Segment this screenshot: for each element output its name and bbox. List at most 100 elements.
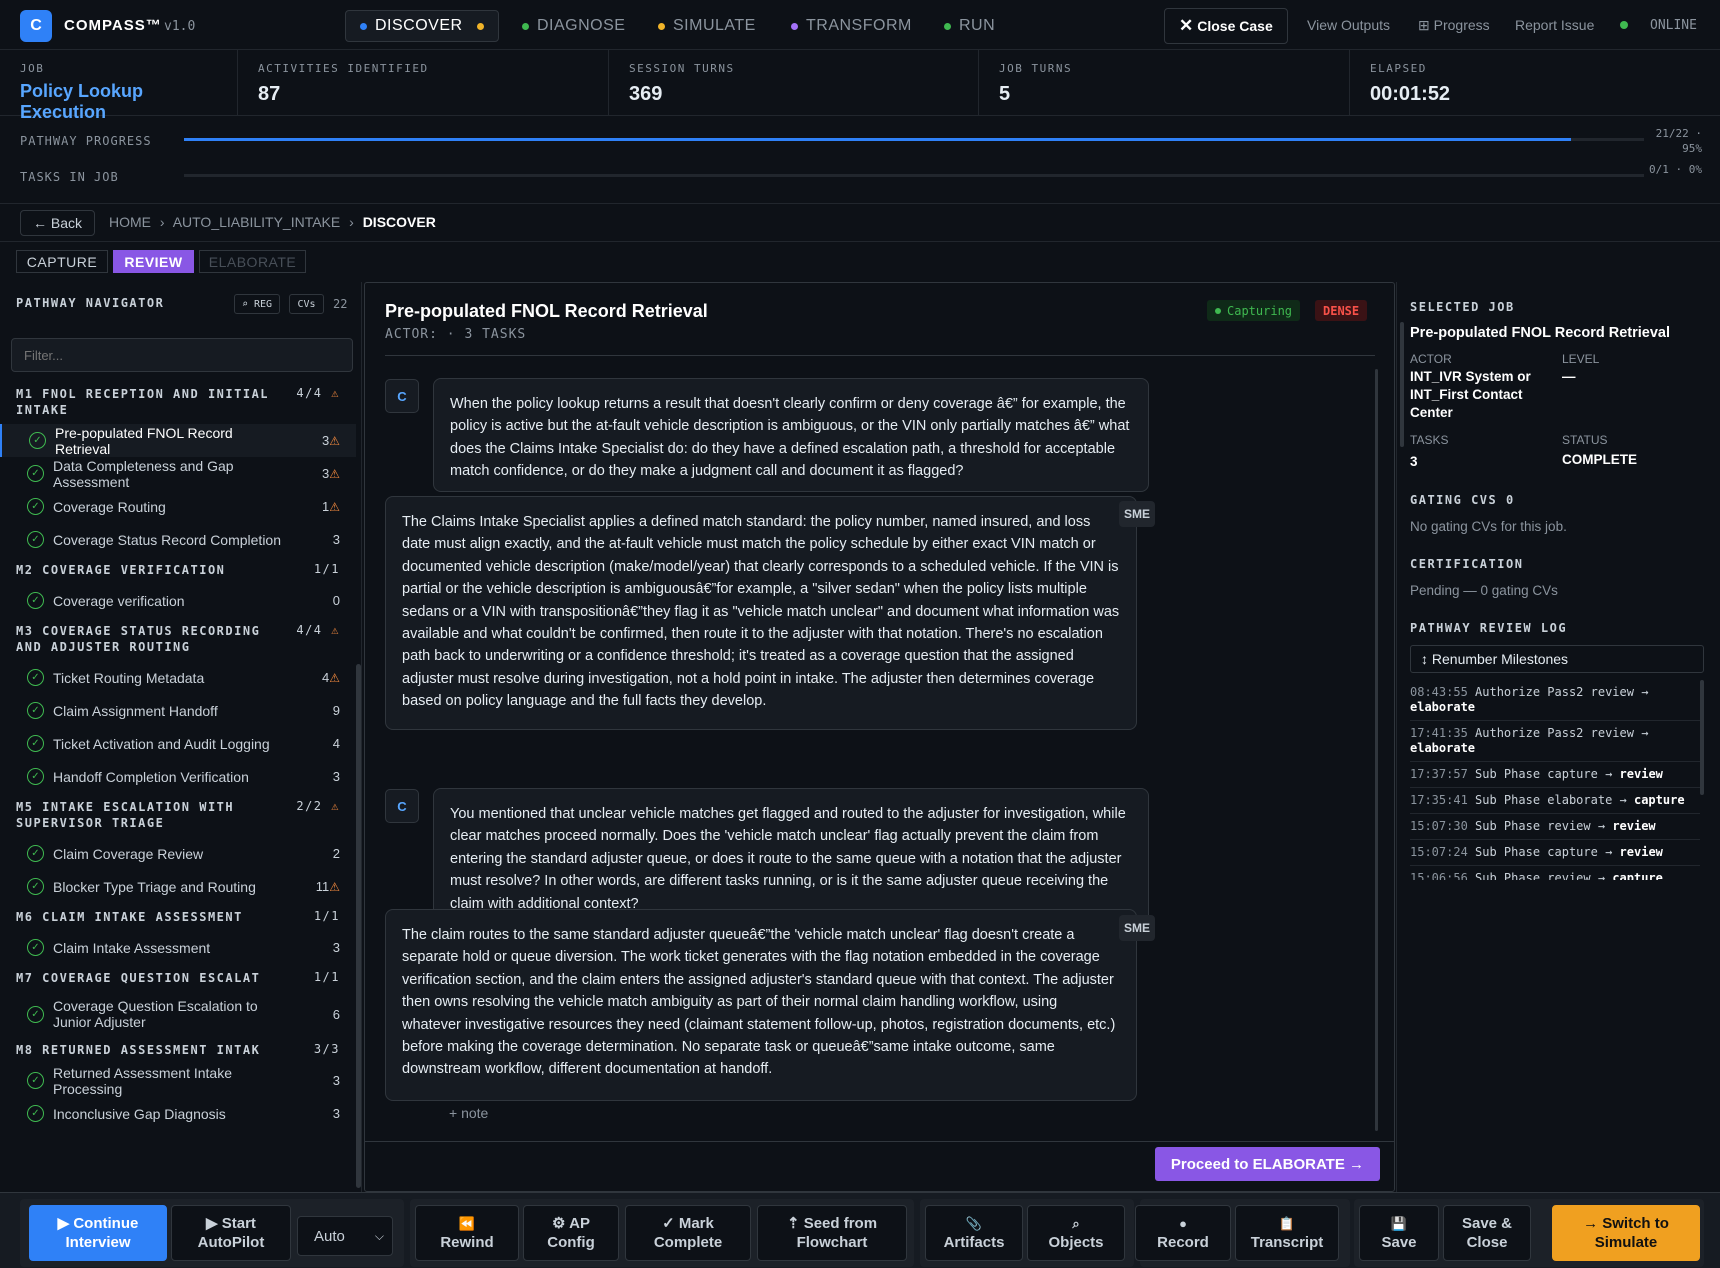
save-button[interactable]: 💾 Save <box>1359 1205 1439 1261</box>
panel-scrollbar[interactable] <box>1400 322 1404 447</box>
nav-job-item[interactable]: ✓ Returned Assessment Intake Processing 3 <box>0 1064 356 1097</box>
gating-cvs-text: No gating CVs for this job. <box>1410 519 1567 534</box>
cvs-filter-button[interactable]: CVs <box>289 294 324 314</box>
log-scrollbar[interactable] <box>1700 680 1704 795</box>
seed-flowchart-button[interactable]: ⇡ Seed from Flowchart <box>757 1205 907 1261</box>
autopilot-mode-select[interactable]: Auto ⌵ <box>297 1216 393 1256</box>
phase-tab-simulate[interactable]: SIMULATE <box>658 10 756 42</box>
nav-job-item[interactable]: ✓ Coverage Question Escalation to Junior … <box>0 992 356 1036</box>
continue-interview-button[interactable]: ▶ Continue Interview <box>29 1205 167 1261</box>
artifacts-button[interactable]: 📎 Artifacts <box>925 1205 1023 1261</box>
log-text: Authorize Pass2 review → <box>1475 685 1649 699</box>
add-note-button[interactable]: + note <box>449 1105 488 1121</box>
sme-message: The claim routes to the same standard ad… <box>385 909 1137 1101</box>
conversation-panel: Pre-populated FNOL Record Retrieval ACTO… <box>364 282 1395 1192</box>
nav-job-count: 3⚠ <box>322 433 340 448</box>
chevron-right-icon: › <box>159 214 165 230</box>
phase-tab-transform[interactable]: TRANSFORM <box>791 10 912 42</box>
ap-config-button[interactable]: ⚙ AP Config <box>523 1205 619 1261</box>
interviewer-message: You mentioned that unclear vehicle match… <box>433 788 1149 924</box>
interviewer-avatar: C <box>385 379 419 413</box>
check-circle-icon: ✓ <box>27 702 44 719</box>
progress-link[interactable]: ⊞ Progress <box>1418 17 1490 34</box>
objects-button[interactable]: ⌕ Objects <box>1027 1205 1125 1261</box>
level-label: LEVEL <box>1562 352 1600 366</box>
nav-job-item[interactable]: ✓ Handoff Completion Verification 3 <box>0 760 356 793</box>
start-autopilot-button[interactable]: ▶ Start AutoPilot <box>171 1205 291 1261</box>
back-button[interactable]: ← Back <box>20 210 96 236</box>
breadcrumb-trail: HOME › AUTO_LIABILITY_INTAKE › DISCOVER <box>109 214 436 230</box>
milestone-header[interactable]: M5 INTAKE ESCALATION WITH SUPERVISOR TRI… <box>0 799 356 831</box>
nav-job-item[interactable]: ✓ Ticket Routing Metadata 4⚠ <box>0 661 356 694</box>
navigator-filter-input[interactable] <box>11 338 353 372</box>
nav-job-item[interactable]: ✓ Claim Assignment Handoff 9 <box>0 694 356 727</box>
divider <box>365 1141 1394 1142</box>
phase-dot-icon <box>658 22 665 30</box>
renumber-milestones-button[interactable]: ↕ Renumber Milestones <box>1410 645 1704 673</box>
view-outputs-link[interactable]: View Outputs <box>1307 17 1390 33</box>
nav-job-count: 11⚠ <box>316 879 340 894</box>
navigator-scrollbar[interactable] <box>356 664 361 1188</box>
milestone-header[interactable]: M1 FNOL RECEPTION AND INITIAL INTAKE 4/4 … <box>0 386 356 418</box>
milestone-header[interactable]: M8 RETURNED ASSESSMENT INTAK 3/3 <box>0 1042 356 1058</box>
button-label: Record <box>1157 1234 1209 1251</box>
nav-job-item[interactable]: ✓ Coverage Routing 1⚠ <box>0 490 356 523</box>
milestone-title: M3 COVERAGE STATUS RECORDING AND ADJUSTE… <box>16 624 261 654</box>
nav-job-count: 3 <box>333 532 340 547</box>
reg-filter-button[interactable]: ⌕ REG <box>234 294 280 314</box>
nav-job-item[interactable]: ✓ Claim Coverage Review 2 <box>0 837 356 870</box>
nav-job-item[interactable]: ✓ Claim Intake Assessment 3 <box>0 931 356 964</box>
subtab-capture[interactable]: CAPTURE <box>16 250 108 273</box>
nav-job-item[interactable]: ✓ Ticket Activation and Audit Logging 4 <box>0 727 356 760</box>
check-circle-icon: ✓ <box>27 845 44 862</box>
app-brand: COMPASS™ <box>64 17 162 34</box>
selected-job-name: Pre-populated FNOL Record Retrieval <box>1410 325 1670 341</box>
log-target: elaborate <box>1410 741 1476 755</box>
nav-job-item[interactable]: ✓ Coverage verification 0 <box>0 584 356 617</box>
select-value: Auto <box>314 1227 345 1245</box>
proceed-elaborate-button[interactable]: Proceed to ELABORATE → <box>1154 1147 1380 1181</box>
nav-job-item[interactable]: ✓ Pre-populated FNOL Record Retrieval 3⚠ <box>0 424 356 457</box>
nav-job-count-value: 2 <box>332 846 340 861</box>
nav-job-item[interactable]: ✓ Coverage Status Record Completion 3 <box>0 523 356 556</box>
phase-tab-run[interactable]: RUN <box>944 10 995 42</box>
subtab-review[interactable]: REVIEW <box>113 250 194 273</box>
record-icon: ● <box>1179 1216 1187 1231</box>
phase-dot-icon <box>522 22 529 30</box>
milestone-header[interactable]: M6 CLAIM INTAKE ASSESSMENT 1/1 <box>0 909 356 925</box>
button-label: Flowchart <box>796 1234 868 1251</box>
phase-tab-diagnose[interactable]: DIAGNOSE <box>522 10 625 42</box>
button-label: Close <box>1466 1234 1508 1251</box>
record-button[interactable]: ● Record <box>1135 1205 1231 1261</box>
transcript-button[interactable]: 📋 Transcript <box>1235 1205 1339 1261</box>
stat-label: JOB TURNS <box>999 62 1073 75</box>
breadcrumb-case[interactable]: AUTO_LIABILITY_INTAKE <box>173 214 341 230</box>
report-issue-link[interactable]: Report Issue <box>1515 17 1594 33</box>
milestone-header[interactable]: M3 COVERAGE STATUS RECORDING AND ADJUSTE… <box>0 623 356 655</box>
check-circle-icon: ✓ <box>27 465 44 482</box>
switch-to-simulate-button[interactable]: → Switch to Simulate <box>1552 1205 1700 1261</box>
paperclip-icon: 📎 <box>965 1216 983 1231</box>
milestone-header[interactable]: M7 COVERAGE QUESTION ESCALAT 1/1 <box>0 970 356 986</box>
rewind-button[interactable]: ⏪ Rewind <box>415 1205 519 1261</box>
phase-tab-discover[interactable]: DISCOVER <box>345 10 499 42</box>
subtab-elaborate[interactable]: ELABORATE <box>199 250 306 273</box>
button-label: ✓ Mark <box>662 1215 714 1232</box>
pathway-progress-fill <box>184 138 1571 141</box>
mark-complete-button[interactable]: ✓ Mark Complete <box>625 1205 751 1261</box>
close-case-button[interactable]: ✕ Close Case <box>1164 8 1288 44</box>
nav-job-item[interactable]: ✓ Blocker Type Triage and Routing 11⚠ <box>0 870 356 903</box>
breadcrumb: ← Back HOME › AUTO_LIABILITY_INTAKE › DI… <box>0 204 1720 242</box>
nav-job-item[interactable]: ✓ Data Completeness and Gap Assessment 3⚠ <box>0 457 356 490</box>
milestone-count-value: 1/1 <box>313 562 340 576</box>
conversation-scrollbar[interactable] <box>1375 369 1378 1131</box>
nav-job-item[interactable]: ✓ Inconclusive Gap Diagnosis 3 <box>0 1097 356 1130</box>
button-label: ⇡ Seed from <box>786 1215 878 1232</box>
milestone-header[interactable]: M2 COVERAGE VERIFICATION 1/1 <box>0 562 356 578</box>
save-close-button[interactable]: Save & Close <box>1443 1205 1531 1261</box>
close-case-label: Close Case <box>1197 18 1273 34</box>
breadcrumb-home[interactable]: HOME <box>109 214 151 230</box>
conversation-subtitle: ACTOR: · 3 TASKS <box>385 327 527 342</box>
stat-value: 369 <box>629 83 663 105</box>
log-timestamp: 08:43:55 <box>1410 685 1468 699</box>
